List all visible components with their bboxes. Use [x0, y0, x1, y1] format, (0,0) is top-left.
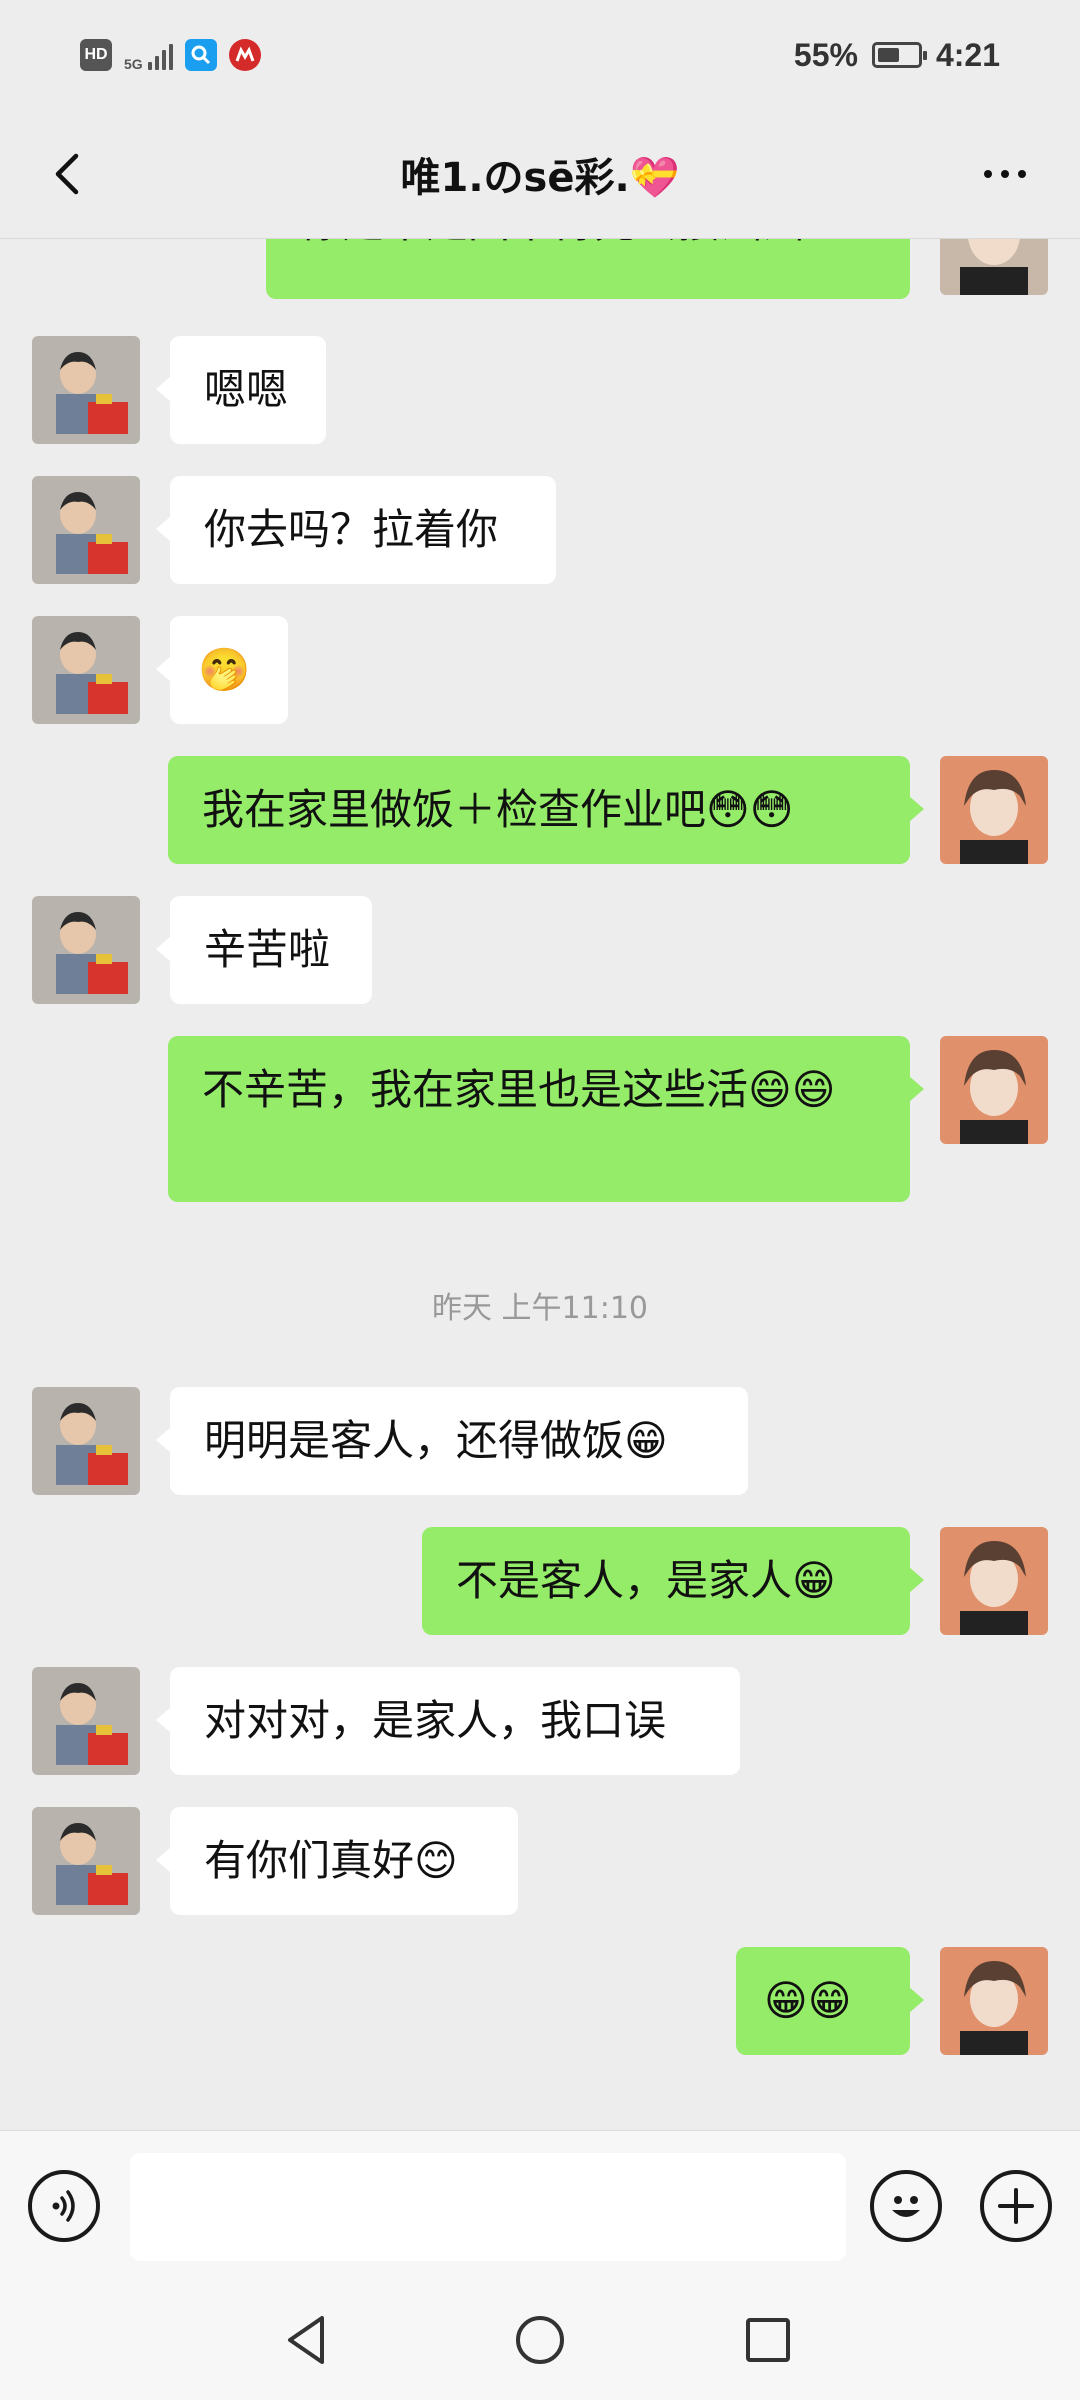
- battery-percent: 55%: [793, 36, 858, 73]
- message-text: 不是客人，是家人😁: [456, 1556, 836, 1605]
- message-text: 你是不是回来得先去接涵涵？: [300, 239, 876, 252]
- system-home-button[interactable]: [508, 2308, 572, 2372]
- more-dots-icon: [984, 170, 992, 178]
- message-text: 辛苦啦: [204, 925, 331, 974]
- message-bubble-contact[interactable]: 有你们真好😊: [156, 1807, 518, 1915]
- search-app-icon: [184, 39, 217, 71]
- contact-avatar[interactable]: [32, 896, 140, 1004]
- message-text: 你去吗？拉着你: [204, 505, 499, 554]
- message-bubble-self[interactable]: 不辛苦，我在家里也是这些活😄😄: [168, 1036, 924, 1202]
- plus-icon: [998, 2188, 1034, 2224]
- status-icons-left: HD 5G: [80, 39, 261, 71]
- message-text: 我在家里做饭＋检查作业吧😳😳: [202, 785, 794, 834]
- message-bubble-contact[interactable]: 辛苦啦: [156, 896, 372, 1004]
- contact-avatar[interactable]: [32, 476, 140, 584]
- contact-avatar[interactable]: [32, 336, 140, 444]
- network-type-label: 5G: [124, 56, 143, 72]
- message-row: 对对对，是家人，我口误: [0, 1667, 1080, 1775]
- self-avatar[interactable]: [940, 239, 1048, 295]
- message-text: 明明是客人，还得做饭😁: [204, 1416, 668, 1465]
- system-navigation-bar: [0, 2280, 1080, 2400]
- message-row: 我在家里做饭＋检查作业吧😳😳: [0, 756, 1080, 864]
- message-text: 🤭: [198, 645, 251, 694]
- message-text: 😁😁: [764, 1976, 852, 2025]
- message-text: 有你们真好😊: [204, 1836, 458, 1885]
- status-icons-right: 55% 4:21: [794, 37, 1000, 74]
- back-button[interactable]: [40, 144, 100, 204]
- square-recent-icon: [746, 2318, 790, 2362]
- red-app-icon: [228, 39, 261, 71]
- self-avatar[interactable]: [940, 1036, 1048, 1144]
- message-text: 不辛苦，我在家里也是这些活😄😄: [202, 1065, 836, 1114]
- chat-header: 唯1.のsē彩.💝: [0, 110, 1080, 239]
- message-row: 有你们真好😊: [0, 1807, 1080, 1915]
- message-bubble-self[interactable]: 你是不是回来得先去接涵涵？: [266, 239, 910, 299]
- message-bubble-self[interactable]: 我在家里做饭＋检查作业吧😳😳: [168, 756, 924, 864]
- chevron-left-icon: [55, 153, 79, 195]
- message-bubble-contact[interactable]: 对对对，是家人，我口误: [156, 1667, 740, 1775]
- message-row: 你去吗？拉着你: [0, 476, 1080, 584]
- contact-avatar[interactable]: [32, 1387, 140, 1495]
- message-row: 😁😁: [0, 1947, 1080, 2055]
- message-bubble-contact[interactable]: 明明是客人，还得做饭😁: [156, 1387, 748, 1495]
- clock: 4:21: [935, 36, 1000, 73]
- emoji-button[interactable]: [870, 2170, 942, 2242]
- emoji-icon: [892, 2196, 920, 2217]
- message-text: 嗯嗯: [204, 365, 289, 414]
- input-bar: [0, 2130, 1080, 2281]
- message-bubble-contact[interactable]: 🤭: [156, 616, 288, 724]
- plus-button[interactable]: [980, 2170, 1052, 2242]
- message-row: 辛苦啦: [0, 896, 1080, 1004]
- circle-home-icon: [516, 2316, 564, 2364]
- contact-avatar[interactable]: [32, 1807, 140, 1915]
- chat-title: 唯1.のsē彩.💝: [400, 155, 680, 201]
- status-bar: HD 5G 55% 4:21: [0, 0, 1080, 110]
- signal-5g-icon: 5G: [124, 40, 173, 72]
- message-row: 🤭: [0, 616, 1080, 724]
- self-avatar[interactable]: [940, 1947, 1048, 2055]
- message-text: 对对对，是家人，我口误: [204, 1696, 667, 1745]
- message-bubble-contact[interactable]: 你去吗？拉着你: [156, 476, 556, 584]
- self-avatar[interactable]: [940, 1527, 1048, 1635]
- voice-button[interactable]: [28, 2170, 100, 2242]
- more-button[interactable]: [970, 144, 1040, 204]
- contact-avatar[interactable]: [32, 616, 140, 724]
- message-row: 嗯嗯: [0, 336, 1080, 444]
- message-row: 你是不是回来得先去接涵涵？: [0, 239, 1080, 299]
- system-back-button[interactable]: [276, 2308, 340, 2372]
- self-avatar[interactable]: [940, 756, 1048, 864]
- battery-icon: [871, 42, 927, 68]
- contact-avatar[interactable]: [32, 1667, 140, 1775]
- message-bubble-contact[interactable]: 嗯嗯: [156, 336, 326, 444]
- message-row: 明明是客人，还得做饭😁: [0, 1387, 1080, 1495]
- message-row: 不辛苦，我在家里也是这些活😄😄: [0, 1036, 1080, 1202]
- hd-icon: HD: [80, 39, 112, 71]
- timestamp-divider: 昨天 上午11:10: [432, 1291, 648, 1326]
- message-row: 不是客人，是家人😁: [0, 1527, 1080, 1635]
- message-input[interactable]: [130, 2153, 846, 2261]
- message-bubble-self[interactable]: 不是客人，是家人😁: [422, 1527, 924, 1635]
- triangle-back-icon: [288, 2316, 324, 2364]
- system-recent-button[interactable]: [736, 2308, 800, 2372]
- battery-level: [877, 48, 899, 62]
- voice-icon: [52, 2190, 75, 2222]
- message-list[interactable]: 你是不是回来得先去接涵涵？ 嗯嗯 你去吗？拉着你 🤭: [0, 239, 1080, 2129]
- message-bubble-self[interactable]: 😁😁: [736, 1947, 924, 2055]
